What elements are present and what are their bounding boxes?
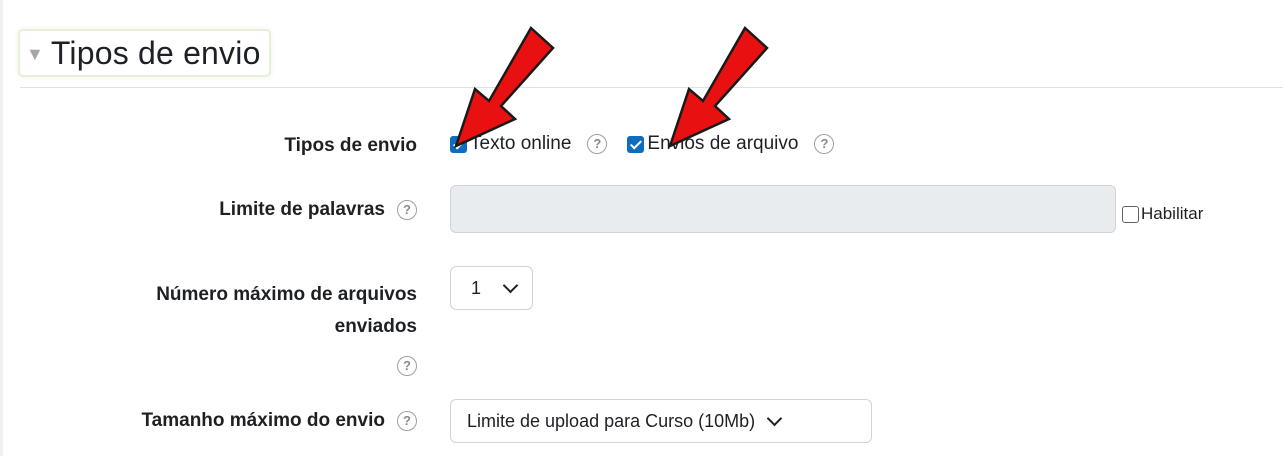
- word-limit-label: Limite de palavras: [219, 199, 385, 220]
- section-header[interactable]: ▼ Tipos de envio: [20, 31, 269, 75]
- max-size-select[interactable]: Limite de upload para Curso (10Mb): [450, 399, 872, 443]
- word-limit-input[interactable]: [450, 185, 1116, 233]
- caret-down-icon: ▼: [26, 43, 44, 64]
- max-size-value: Limite de upload para Curso (10Mb): [467, 410, 756, 431]
- word-limit-label-wrap: Limite de palavras ?: [219, 199, 417, 221]
- max-size-label: Tamanho máximo do envio: [141, 410, 385, 431]
- red-arrow-icon: [667, 26, 769, 149]
- enable-checkbox[interactable]: [1122, 205, 1139, 223]
- help-icon[interactable]: ?: [587, 134, 608, 154]
- left-border: [0, 0, 3, 456]
- section-title: Tipos de envio: [50, 34, 261, 71]
- max-files-label-line1: Número máximo de arquivos: [156, 284, 417, 305]
- max-files-select[interactable]: 1: [450, 266, 533, 310]
- max-files-label-wrap: Número máximo de arquivos enviados ?: [156, 279, 417, 381]
- chevron-down-icon: [502, 277, 519, 294]
- max-files-value: 1: [471, 277, 482, 298]
- submission-types-label-wrap: Tipos de envio: [284, 135, 417, 157]
- max-size-label-wrap: Tamanho máximo do envio ?: [141, 410, 417, 432]
- max-files-label-line2: enviados: [334, 316, 417, 337]
- red-arrow-icon: [453, 26, 555, 149]
- chevron-down-icon: [766, 410, 783, 427]
- help-icon[interactable]: ?: [397, 411, 417, 431]
- submission-types-label: Tipos de envio: [284, 135, 417, 156]
- help-icon[interactable]: ?: [397, 200, 417, 220]
- enable-word-limit[interactable]: Habilitar: [1122, 204, 1203, 224]
- section-divider: [20, 87, 1283, 88]
- file-submissions-checkbox[interactable]: [627, 135, 645, 153]
- help-icon[interactable]: ?: [814, 134, 835, 154]
- enable-label[interactable]: Habilitar: [1141, 204, 1203, 224]
- help-icon[interactable]: ?: [397, 356, 417, 376]
